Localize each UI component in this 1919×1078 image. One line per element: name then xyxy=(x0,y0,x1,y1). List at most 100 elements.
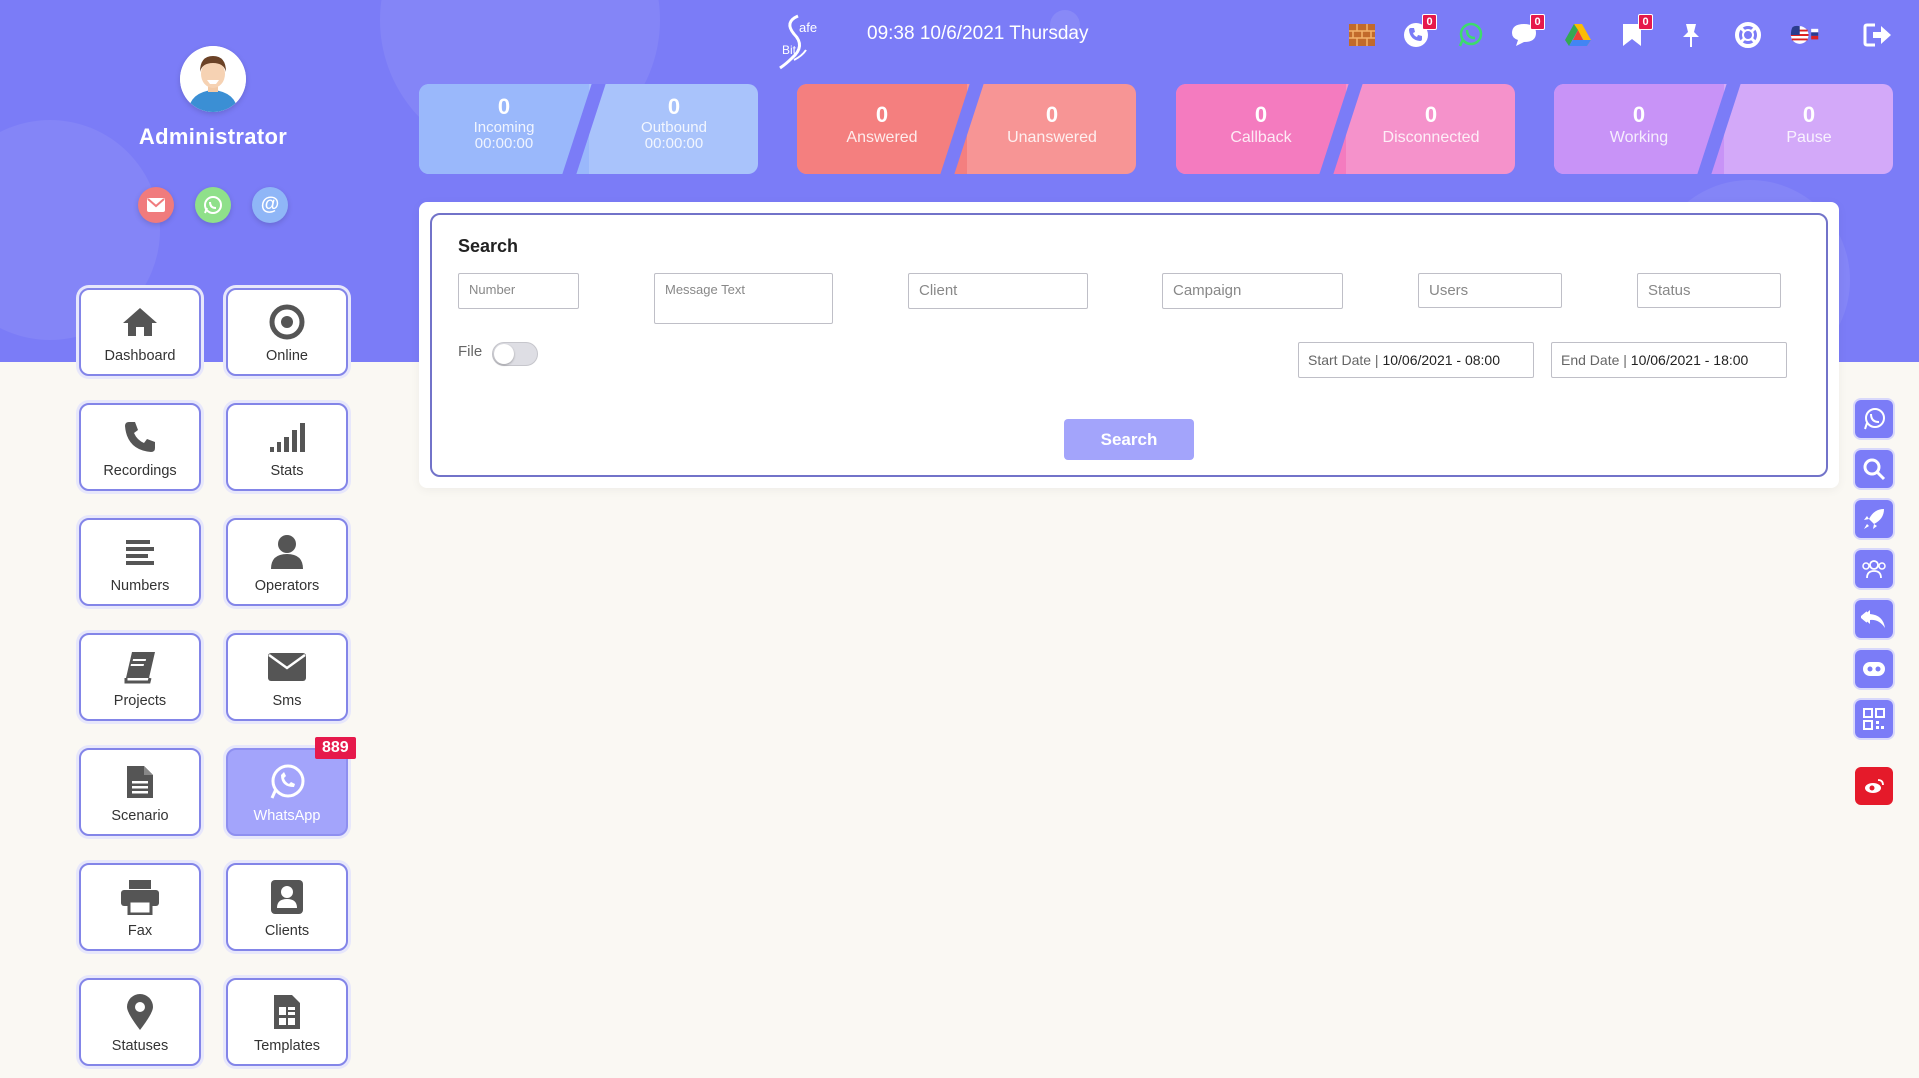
users-group-icon xyxy=(1862,560,1886,579)
pin-button[interactable] xyxy=(1676,20,1706,50)
nav-recordings[interactable]: Recordings xyxy=(79,403,201,491)
outbound-stat[interactable]: 0 Outbound 00:00:00 xyxy=(589,84,758,174)
whatsapp-count-badge: 889 xyxy=(315,737,356,759)
user-icon xyxy=(267,532,307,572)
nav-whatsapp[interactable]: WhatsApp xyxy=(226,748,348,836)
nav-stats-label: Stats xyxy=(270,463,304,479)
status-select[interactable]: Status xyxy=(1637,273,1781,308)
at-contact-button[interactable]: @ xyxy=(252,187,288,223)
quick-qr-button[interactable] xyxy=(1855,700,1893,738)
nav-online[interactable]: Online xyxy=(226,288,348,376)
whatsapp-contact-button[interactable] xyxy=(195,187,231,223)
language-flag-icon xyxy=(1790,25,1819,44)
search-title: Search xyxy=(458,236,519,256)
callback-label: Callback xyxy=(1230,129,1292,146)
start-date-label: Start Date xyxy=(1308,352,1372,368)
bookmark-button[interactable]: 0 xyxy=(1617,14,1653,50)
header-datetime: 09:38 10/6/2021 Thursday xyxy=(867,23,1089,44)
stat-card-status: 0 Working 0 Pause xyxy=(1554,84,1893,174)
support-button[interactable] xyxy=(1733,20,1763,50)
nav-fax[interactable]: Fax xyxy=(79,863,201,951)
nav-recordings-label: Recordings xyxy=(103,463,177,479)
quick-search-button[interactable] xyxy=(1855,450,1893,488)
outbound-value: 0 xyxy=(667,94,681,119)
missed-calls-badge: 0 xyxy=(1422,14,1437,30)
missed-calls-button[interactable]: 0 xyxy=(1401,14,1437,50)
incoming-label: Incoming xyxy=(473,119,535,136)
answered-label: Answered xyxy=(846,129,918,146)
whatsapp-icon xyxy=(1458,22,1483,47)
outbound-time: 00:00:00 xyxy=(644,135,704,152)
message-text-input[interactable]: Message Text xyxy=(654,273,833,324)
working-stat[interactable]: 0 Working xyxy=(1554,84,1724,174)
client-input[interactable]: Client xyxy=(908,273,1088,309)
nav-stats[interactable]: Stats xyxy=(226,403,348,491)
signal-bars-icon xyxy=(267,417,307,457)
contact-card-icon xyxy=(267,877,307,917)
nav-statuses[interactable]: Statuses xyxy=(79,978,201,1066)
disconnected-value: 0 xyxy=(1424,102,1438,127)
envelope-icon xyxy=(267,647,307,687)
language-button[interactable] xyxy=(1790,20,1820,50)
quick-launch-button[interactable] xyxy=(1855,500,1893,538)
callback-stat[interactable]: 0 Callback xyxy=(1176,84,1346,174)
incoming-stat[interactable]: 0 Incoming 00:00:00 xyxy=(419,84,589,174)
nav-templates[interactable]: Templates xyxy=(226,978,348,1066)
drive-button[interactable] xyxy=(1563,20,1593,50)
nav-numbers[interactable]: Numbers xyxy=(79,518,201,606)
nav-scenario[interactable]: Scenario xyxy=(79,748,201,836)
number-input[interactable]: Number xyxy=(458,273,579,309)
reply-all-icon xyxy=(1861,610,1885,628)
book-icon xyxy=(120,647,160,687)
campaign-input[interactable]: Campaign xyxy=(1162,273,1343,309)
quick-weibo-button[interactable] xyxy=(1855,767,1893,805)
brick-wall-icon xyxy=(1349,24,1375,46)
envelope-icon xyxy=(147,198,165,212)
start-date-field[interactable]: Start Date | 10/06/2021 - 08:00 xyxy=(1298,342,1534,378)
end-date-value: 10/06/2021 - 18:00 xyxy=(1630,352,1749,368)
pause-value: 0 xyxy=(1802,102,1816,127)
nav-sms-label: Sms xyxy=(272,693,302,709)
quick-reply-all-button[interactable] xyxy=(1855,600,1893,638)
logout-button[interactable] xyxy=(1863,20,1893,50)
lifebuoy-icon xyxy=(1735,22,1761,48)
avatar[interactable] xyxy=(180,46,246,112)
disconnected-stat[interactable]: 0 Disconnected xyxy=(1346,84,1515,174)
nav-operators-label: Operators xyxy=(254,578,320,594)
quick-whatsapp-button[interactable] xyxy=(1855,400,1893,438)
callback-value: 0 xyxy=(1254,102,1268,127)
target-icon xyxy=(267,302,307,342)
chat-button[interactable]: 0 xyxy=(1509,14,1545,50)
brick-wall-button[interactable] xyxy=(1347,20,1377,50)
whatsapp-icon xyxy=(1864,408,1885,430)
working-value: 0 xyxy=(1632,102,1646,127)
incoming-value: 0 xyxy=(497,94,511,119)
whatsapp-header-button[interactable] xyxy=(1455,20,1485,50)
home-icon xyxy=(120,302,160,342)
end-date-field[interactable]: End Date | 10/06/2021 - 18:00 xyxy=(1551,342,1787,378)
nav-sms[interactable]: Sms xyxy=(226,633,348,721)
qr-code-icon xyxy=(1863,708,1885,730)
answered-stat[interactable]: 0 Answered xyxy=(797,84,967,174)
nav-projects[interactable]: Projects xyxy=(79,633,201,721)
answered-value: 0 xyxy=(875,102,889,127)
quick-bot-button[interactable] xyxy=(1855,650,1893,688)
quick-groups-button[interactable] xyxy=(1855,550,1893,588)
drive-icon xyxy=(1565,24,1591,46)
pause-stat[interactable]: 0 Pause xyxy=(1724,84,1893,174)
file-toggle[interactable] xyxy=(492,342,538,366)
users-select[interactable]: Users xyxy=(1418,273,1562,308)
nav-operators[interactable]: Operators xyxy=(226,518,348,606)
search-icon xyxy=(1863,458,1886,481)
unanswered-stat[interactable]: 0 Unanswered xyxy=(967,84,1136,174)
nav-whatsapp-label: WhatsApp xyxy=(253,808,321,824)
weibo-icon xyxy=(1865,779,1884,793)
safebit-logo[interactable]: afe Bit xyxy=(776,12,826,70)
email-contact-button[interactable] xyxy=(138,187,174,223)
whatsapp-icon xyxy=(204,196,222,214)
phone-icon xyxy=(120,417,160,457)
search-button[interactable]: Search xyxy=(1064,419,1194,460)
nav-clients[interactable]: Clients xyxy=(226,863,348,951)
nav-dashboard[interactable]: Dashboard xyxy=(79,288,201,376)
at-icon: @ xyxy=(260,194,280,215)
